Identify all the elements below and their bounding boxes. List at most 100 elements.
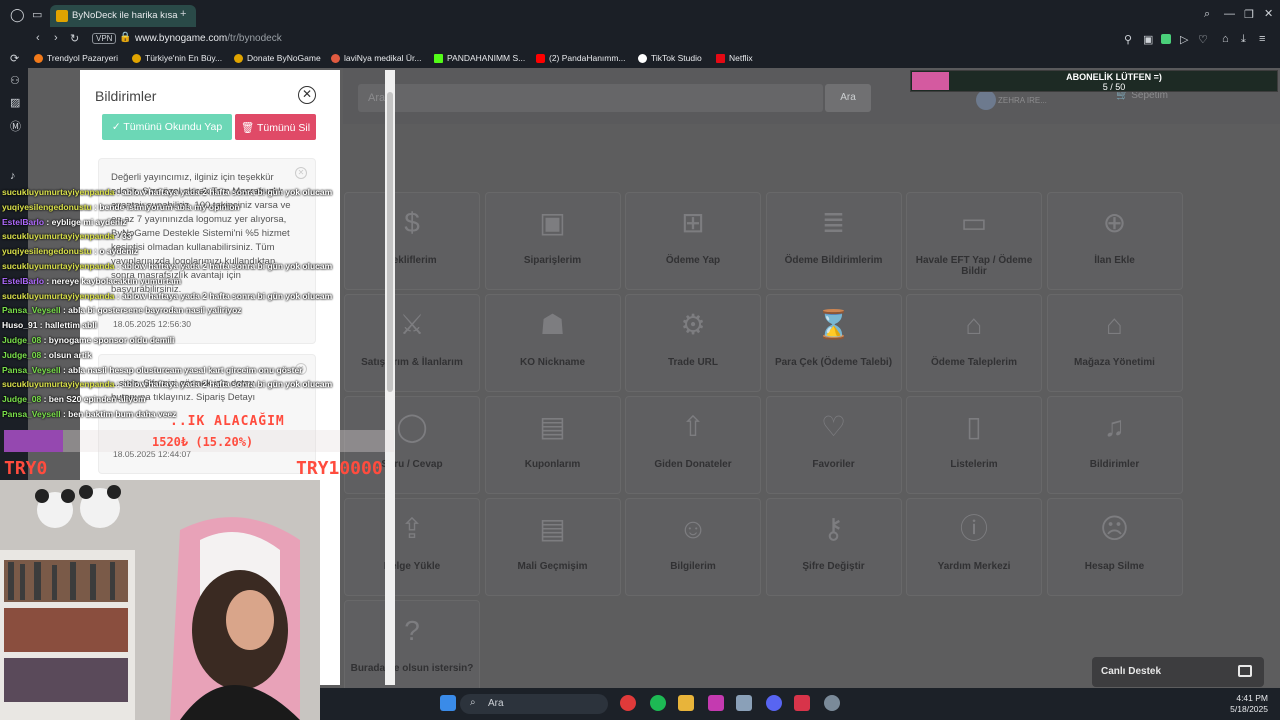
grid-card-yard-m-merkezi[interactable]: ⓘ Yardım Merkezi — [906, 498, 1042, 596]
grid-card-label: Belge Yükle — [383, 561, 441, 572]
pin-icon[interactable]: ⚲ — [1124, 33, 1132, 46]
info-icon: ⓘ — [959, 513, 988, 544]
chat-message: sucukluyumurtayiyenpanda : ablow haftaya… — [2, 187, 333, 197]
grid-card-i-lan-ekle[interactable]: ⊕ İlan Ekle — [1046, 192, 1183, 290]
back-icon[interactable]: ‹ — [36, 32, 40, 44]
tab-list-icon[interactable]: ▭ — [32, 8, 42, 21]
grid-card-deme-yap[interactable]: ⊞ Ödeme Yap — [625, 192, 761, 290]
bookmark-item[interactable]: laviNya medikal Ür... — [331, 53, 421, 63]
menu-icon[interactable]: ≡ — [1259, 33, 1265, 45]
minimize-icon[interactable]: — — [1224, 8, 1235, 20]
bookmark-item[interactable]: (2) PandaHanımm... — [536, 53, 626, 63]
spotify-icon[interactable] — [650, 695, 666, 711]
chat-username: EstelBarlo — [2, 216, 45, 227]
grid-card-deme-bildirimlerim[interactable]: ≣ Ödeme Bildirimlerim — [765, 192, 902, 290]
grid-card-label: Tekliflerim — [387, 255, 437, 266]
avatar — [976, 90, 996, 110]
heart-icon: ♡ — [820, 411, 847, 442]
grid-card-label: Hesap Silme — [1084, 561, 1145, 572]
close-icon[interactable]: ✕ — [295, 167, 307, 179]
grid-card-para-ek-deme-talebi[interactable]: ⌛ Para Çek (Ödeme Talebi) — [765, 294, 902, 392]
bynogame-icon — [234, 53, 243, 63]
app-icon[interactable] — [794, 695, 810, 711]
delete-all-button[interactable]: 🗑 Tümünü Sil — [235, 114, 316, 140]
grid-card-ma-aza-y-netimi[interactable]: ⌂ Mağaza Yönetimi — [1046, 294, 1183, 392]
grid-card-deme-taleplerim[interactable]: ⌂ Ödeme Taleplerim — [906, 294, 1042, 392]
grid-card-trade-url[interactable]: ⚙ Trade URL — [625, 294, 761, 392]
bookmark-item[interactable]: PANDAHANIMM S... — [434, 53, 525, 63]
chat-message: sucukluyumurtayiyenpanda : ablow haftaya… — [2, 290, 333, 301]
grid-card-tekliflerim[interactable]: $ Tekliflerim — [344, 192, 480, 290]
live-support-button[interactable]: Canlı Destek — [1092, 657, 1264, 687]
vpn-badge[interactable]: VPN — [92, 33, 117, 44]
grid-card-sat-lar-m-i-lanlar-m[interactable]: ⚔ Satışlarım & İlanlarım — [344, 294, 480, 392]
card-edit-icon: ▭ — [960, 207, 988, 238]
bookmark-item[interactable]: Netflix — [716, 53, 753, 63]
grid-card-listelerim[interactable]: ▯ Listelerim — [906, 396, 1042, 494]
snapshot-icon[interactable]: ▣ — [1143, 33, 1153, 46]
sidebar-home-icon[interactable]: ⟳ — [10, 52, 19, 65]
profile-icon[interactable]: ⌂ — [1222, 33, 1229, 45]
grid-card-favoriler[interactable]: ♡ Favoriler — [765, 396, 902, 494]
bookmark-item[interactable]: Donate ByNoGame — [234, 53, 321, 63]
notifications-title: Bildirimler — [95, 88, 157, 104]
grid-card-giden-donateler[interactable]: ⇧ Giden Donateler — [625, 396, 761, 494]
restore-icon[interactable]: ❐ — [1244, 8, 1254, 21]
sidebar-m-icon[interactable]: Ⓜ — [10, 118, 21, 134]
scrollbar-thumb[interactable] — [387, 92, 393, 392]
shield-icon[interactable] — [1161, 34, 1171, 44]
grid-card-ko-nickname[interactable]: ☗ KO Nickname — [484, 294, 621, 392]
search-tabs-icon[interactable]: ⌕ — [1204, 8, 1210, 21]
clock-date: 5/18/2025 — [1230, 704, 1268, 714]
opera-logo-icon[interactable]: ◯ — [10, 7, 25, 23]
grid-card-burada-ne-olsun-istersin[interactable]: ? Burada ne olsun istersin? — [344, 600, 480, 688]
grid-card-havale-eft-yap-deme-bildir[interactable]: ▭ Havale EFT Yap / Ödeme Bildir — [906, 192, 1042, 290]
grid-card-kuponlar-m[interactable]: ▤ Kuponlarım — [484, 396, 621, 494]
grid-card-belge-y-kle[interactable]: ⇪ Belge Yükle — [344, 498, 480, 596]
taskbar-search[interactable]: ⌕ Ara — [460, 694, 608, 714]
grid-card-label: Ödeme Yap — [665, 255, 721, 266]
site-search-input[interactable]: Ara... — [358, 84, 823, 112]
scrollbar[interactable] — [385, 70, 395, 685]
chat-text: ablow haftaya yada 2 hafta sonra bi gün … — [121, 261, 333, 271]
obs-icon[interactable] — [824, 695, 840, 711]
grid-card-hesap-silme[interactable]: ☹ Hesap Silme — [1046, 498, 1183, 596]
sidebar-tiktok-icon[interactable]: ♪ — [10, 170, 16, 182]
forward-icon[interactable]: › — [54, 32, 58, 44]
chat-username: Huso_91 — [2, 320, 38, 331]
grid-card-sipari-lerim[interactable]: ▣ Siparişlerim — [484, 192, 621, 290]
grid-card-bilgilerim[interactable]: ☺ Bilgilerim — [625, 498, 761, 596]
download-icon[interactable]: ⤓ — [1241, 33, 1246, 46]
player-icon[interactable]: ▷ — [1180, 33, 1188, 46]
url-field[interactable]: www.bynogame.com/tr/bynodeck — [135, 33, 282, 44]
clock[interactable]: 4:41 PM 5/18/2025 — [1230, 693, 1268, 715]
grid-card-mali-ge-mi-im[interactable]: ▤ Mali Geçmişim — [484, 498, 621, 596]
reload-icon[interactable]: ↻ — [70, 32, 79, 45]
chat-username: Judge_08 — [2, 349, 42, 360]
chat-text: eyblige mi aydeniz — [51, 216, 127, 227]
bookmark-item[interactable]: TikTok Studio — [638, 53, 702, 63]
settings-icon[interactable] — [736, 695, 752, 711]
bookmark-item[interactable]: Trendyol Pazaryeri — [34, 53, 118, 63]
bookmark-item[interactable]: Türkiye'nin En Büy... — [132, 53, 222, 63]
tab-bynodeck[interactable]: ByNoDeck ile harika kısa — [50, 5, 196, 27]
windows-start-icon[interactable] — [440, 695, 456, 711]
donation-goal-title: ..IK ALACAĞIM — [170, 414, 285, 429]
file-explorer-icon[interactable] — [678, 695, 694, 711]
mark-all-read-button[interactable]: ✓ Tümünü Okundu Yap — [102, 114, 232, 140]
grid-card-bildirimler[interactable]: ♫ Bildirimler — [1046, 396, 1183, 494]
grid-card-ifre-de-i-tir[interactable]: ⚷ Şifre Değiştir — [765, 498, 902, 596]
discord-icon[interactable] — [766, 695, 782, 711]
chat-text: abla bi gostersene bayrodan nasil yaliri… — [68, 305, 242, 316]
grid-card-label: Trade URL — [667, 357, 718, 368]
instagram-icon[interactable] — [708, 695, 724, 711]
close-icon[interactable]: ✕ — [298, 86, 316, 104]
site-search-button[interactable]: Ara — [825, 84, 871, 112]
opera-icon[interactable] — [620, 695, 636, 711]
sidebar-ai-icon[interactable]: ⚇ — [10, 74, 20, 87]
heart-icon[interactable]: ♡ — [1198, 33, 1208, 46]
sidebar-feeds-icon[interactable]: ▨ — [10, 96, 20, 109]
close-window-icon[interactable]: ✕ — [1264, 7, 1273, 20]
new-tab-icon[interactable]: + — [180, 8, 186, 20]
chat-message: Judge_08 : bynogame sponsor oldu demili — [2, 335, 175, 345]
